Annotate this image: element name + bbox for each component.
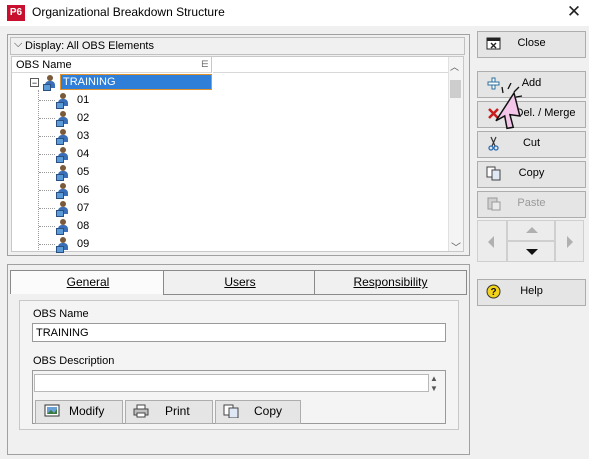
- column-header-empty: [213, 57, 448, 73]
- tree-node-label[interactable]: 06: [77, 184, 89, 196]
- tree-connector-line: [39, 154, 55, 155]
- arrow-right-icon: [567, 236, 573, 248]
- obs-person-icon: [56, 147, 70, 163]
- obs-person-icon: [56, 237, 70, 253]
- move-right-button[interactable]: [555, 220, 584, 262]
- copy-description-label: Copy: [254, 404, 283, 418]
- tree-connector-line: [39, 244, 55, 245]
- copy-button-label: Copy: [518, 167, 545, 179]
- print-button-label: Print: [165, 404, 190, 418]
- collapse-toggle-icon[interactable]: −: [30, 78, 39, 88]
- tree-node-label[interactable]: 08: [77, 220, 89, 232]
- tree-connector-line: [39, 190, 55, 191]
- cut-button[interactable]: Cut: [477, 131, 586, 158]
- obs-person-icon: [56, 129, 70, 145]
- tab-users-label: Users: [224, 275, 256, 289]
- window-close-button[interactable]: ✕: [563, 2, 585, 22]
- modify-icon: [44, 404, 60, 417]
- obs-description-input[interactable]: [34, 374, 429, 392]
- tree-node-label[interactable]: 04: [77, 148, 89, 160]
- obs-person-icon: [56, 165, 70, 181]
- modify-button-label: Modify: [69, 404, 105, 418]
- modify-button[interactable]: Modify: [35, 400, 123, 424]
- copy-button[interactable]: Copy: [477, 161, 586, 188]
- tree-node-label[interactable]: 07: [77, 202, 89, 214]
- help-button-label: Help: [520, 285, 543, 297]
- scrollbar-thumb[interactable]: [450, 80, 461, 98]
- cut-button-label: Cut: [522, 137, 541, 149]
- obs-person-icon: [56, 111, 70, 127]
- scroll-down-arrow-icon[interactable]: ﹀: [451, 239, 461, 254]
- tab-users[interactable]: Users: [163, 270, 317, 295]
- arrow-up-icon: [526, 227, 538, 233]
- obs-person-icon: [56, 201, 70, 217]
- close-button-label: Close: [517, 37, 546, 49]
- paste-button-label: Paste: [517, 197, 546, 209]
- display-filter-label: Display: All OBS Elements: [25, 40, 154, 52]
- obs-person-icon: [56, 219, 70, 235]
- mouse-pointer-icon: [495, 83, 523, 130]
- tree-node-label[interactable]: 03: [77, 130, 89, 142]
- obs-person-icon: [56, 183, 70, 199]
- tree-node-label[interactable]: 09: [77, 238, 89, 250]
- copy-description-button[interactable]: Copy: [215, 400, 301, 424]
- tree-connector-line: [39, 226, 55, 227]
- tree-node-label-root: TRAINING: [63, 76, 116, 88]
- column-header-label: OBS Name: [16, 59, 72, 71]
- tree-connector-line: [39, 136, 55, 137]
- description-scroll-up-icon[interactable]: ▲: [430, 374, 438, 383]
- obs-description-label: OBS Description: [33, 355, 115, 367]
- tree-node-label[interactable]: 05: [77, 166, 89, 178]
- tab-responsibility[interactable]: Responsibility: [314, 270, 467, 295]
- arrow-left-icon: [488, 236, 494, 248]
- move-down-button[interactable]: [507, 241, 555, 262]
- printer-icon: [133, 404, 149, 418]
- move-left-button[interactable]: [477, 220, 507, 262]
- obs-name-label: OBS Name: [33, 308, 89, 320]
- obs-name-input[interactable]: [32, 323, 446, 342]
- obs-person-icon: [56, 93, 70, 109]
- help-button[interactable]: ? Help: [477, 279, 586, 306]
- tree-connector-line: [39, 208, 55, 209]
- tab-responsibility-label: Responsibility: [353, 275, 428, 289]
- description-scroll-down-icon[interactable]: ▼: [430, 384, 438, 393]
- chevron-down-icon[interactable]: ⌵: [14, 38, 22, 51]
- paste-button: Paste: [477, 191, 586, 218]
- copy-icon: [223, 404, 239, 418]
- tree-connector-line: [39, 172, 55, 173]
- print-button[interactable]: Print: [125, 400, 213, 424]
- tree-connector-line: [39, 118, 55, 119]
- tree-node-label[interactable]: 02: [77, 112, 89, 124]
- close-button[interactable]: Close: [477, 31, 586, 58]
- obs-person-icon: [43, 75, 57, 91]
- app-logo: P6: [7, 5, 25, 21]
- move-up-button[interactable]: [507, 220, 555, 241]
- tree-connector-line: [39, 100, 55, 101]
- column-filter-icon[interactable]: ⋿: [201, 59, 209, 70]
- tab-general-label: General: [66, 275, 110, 289]
- scroll-up-arrow-icon[interactable]: ︿: [450, 60, 459, 73]
- window-title: Organizational Breakdown Structure: [32, 5, 225, 19]
- tab-general[interactable]: General: [10, 270, 166, 294]
- tree-node-label[interactable]: 01: [77, 94, 89, 106]
- arrow-down-icon: [526, 249, 538, 255]
